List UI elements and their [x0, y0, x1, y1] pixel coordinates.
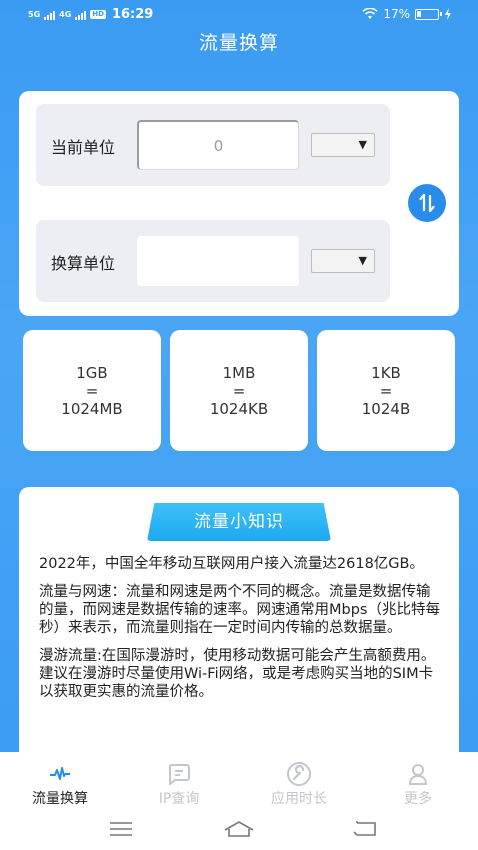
info-card-line1: 1MB — [222, 363, 256, 382]
knowledge-paragraph: 2022年，中国全年移动互联网用户接入流量达2618亿GB。 — [39, 556, 424, 572]
dropdown-arrow-icon: ▼ — [358, 254, 367, 267]
page-title: 流量换算 — [198, 32, 279, 54]
network-5g-label: 5G — [28, 9, 41, 19]
knowledge-paragraph: 流量与网速：流量和网速是两个不同的概念。流量是数据传输的量，而网速是数据传输的速… — [39, 584, 440, 636]
home-nav-button[interactable] — [224, 819, 254, 839]
target-unit-select[interactable]: ▼ — [311, 249, 375, 273]
pulse-icon — [50, 767, 70, 780]
current-value-input[interactable]: 0 — [137, 120, 299, 170]
menu-nav-button[interactable] — [106, 819, 136, 839]
hd-badge: HD — [90, 10, 106, 19]
knowledge-body: 2022年，中国全年移动互联网用户接入流量达2618亿GB。 流量与网速：流量和… — [39, 555, 444, 711]
back-nav-button[interactable] — [350, 819, 380, 839]
battery-percent: 17% — [383, 7, 410, 21]
info-card-line1: 1KB — [371, 363, 401, 382]
current-unit-select[interactable]: ▼ — [311, 133, 375, 157]
menu-icon — [110, 822, 132, 836]
tab-label: 流量换算 — [32, 791, 88, 807]
info-card-line2: = — [85, 381, 99, 400]
info-card-line2: = — [232, 381, 246, 400]
back-icon — [353, 821, 376, 836]
tab-label: 更多 — [404, 791, 432, 807]
swap-units-button[interactable] — [408, 184, 446, 222]
chat-lines-icon — [168, 764, 190, 785]
tab-label: IP查询 — [158, 791, 200, 807]
dropdown-arrow-icon: ▼ — [358, 138, 367, 151]
info-card-line2: = — [379, 381, 393, 400]
network-4g-label: 4G — [59, 9, 72, 19]
knowledge-paragraph: 漫游流量:在国际漫游时，使用移动数据可能会产生高额费用。建议在漫游时尽量使用Wi… — [39, 648, 436, 700]
battery-icon — [415, 8, 442, 20]
status-left: 5G 4G HD 16:29 — [28, 7, 153, 22]
target-value-output — [137, 236, 299, 286]
tab-flow-convert[interactable]: 流量换算 — [15, 762, 105, 808]
signal-icon — [44, 10, 56, 20]
current-unit-label: 当前单位 — [51, 138, 116, 157]
knowledge-card: 流量小知识 2022年，中国全年移动互联网用户接入流量达2618亿GB。 流量与… — [19, 487, 459, 787]
wifi-icon — [362, 8, 378, 19]
info-card-line1: 1GB — [76, 363, 108, 382]
wrench-icon — [287, 762, 311, 786]
status-bar: 5G 4G HD 16:29 17% — [0, 0, 478, 30]
info-card-gb: 1GB = 1024MB — [23, 330, 161, 451]
converter-card: 当前单位 0 ▼ 换算单位 ▼ — [19, 91, 459, 316]
charging-icon — [445, 8, 451, 20]
user-icon — [408, 764, 428, 785]
info-card-kb: 1KB = 1024B — [317, 330, 455, 451]
info-card-line3: 1024KB — [209, 399, 269, 418]
system-nav-bar — [0, 809, 478, 850]
tab-label: 应用时长 — [271, 791, 327, 807]
info-card-mb: 1MB = 1024KB — [170, 330, 308, 451]
target-unit-row: 换算单位 ▼ — [36, 220, 390, 302]
info-card-line3: 1024MB — [61, 399, 123, 418]
swap-arrows-icon — [419, 193, 435, 213]
info-card-line3: 1024B — [361, 399, 411, 418]
status-right: 17% — [362, 7, 452, 21]
tab-more[interactable]: 更多 — [373, 762, 463, 808]
status-time: 16:29 — [111, 7, 154, 22]
knowledge-title: 流量小知识 — [147, 503, 331, 541]
current-unit-row: 当前单位 0 ▼ — [36, 104, 390, 186]
tab-app-duration[interactable]: 应用时长 — [254, 762, 344, 808]
target-unit-label: 换算单位 — [51, 254, 116, 273]
signal-icon — [75, 10, 87, 20]
home-icon — [224, 821, 254, 837]
bottom-tab-bar: 流量换算 IP查询 应用时长 更多 — [0, 752, 478, 809]
tab-ip-query[interactable]: IP查询 — [134, 762, 224, 808]
